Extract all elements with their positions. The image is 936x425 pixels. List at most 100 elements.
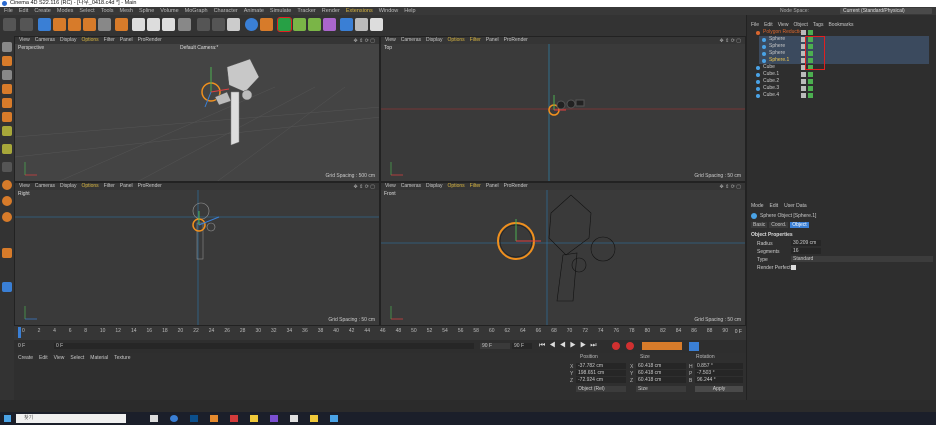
render-perfect-checkbox[interactable]: [791, 265, 796, 270]
record-icon[interactable]: [612, 342, 620, 350]
attr-menu-mode[interactable]: Mode: [751, 203, 764, 209]
menu-mograph[interactable]: MoGraph: [185, 7, 208, 15]
tab-object[interactable]: Object: [790, 222, 809, 228]
pos-x-field[interactable]: -37.782 cm: [576, 363, 626, 369]
menu-simulate[interactable]: Simulate: [270, 7, 291, 15]
y-axis-icon[interactable]: [147, 18, 160, 31]
menu-window[interactable]: Window: [379, 7, 399, 15]
redo-icon[interactable]: [20, 18, 33, 31]
viewport-perspective[interactable]: View Cameras Display Options Filter Pane…: [14, 36, 380, 182]
workplane-icon[interactable]: [2, 180, 12, 190]
node-space-dropdown[interactable]: Current (Standard/Physical): [840, 8, 932, 14]
end-frame-field[interactable]: 90 F: [480, 343, 510, 349]
object-row[interactable]: Cube.4: [753, 92, 923, 99]
windows-start-icon[interactable]: [4, 415, 11, 422]
floor-icon[interactable]: [340, 18, 353, 31]
edge-icon[interactable]: [170, 415, 178, 422]
attr-menu-user-data[interactable]: User Data: [784, 203, 807, 209]
menu-mesh[interactable]: Mesh: [120, 7, 133, 15]
mat-menu-create[interactable]: Create: [18, 355, 33, 361]
menu-tools[interactable]: Tools: [101, 7, 114, 15]
coordinate-system-icon[interactable]: [115, 18, 128, 31]
om-menu-view[interactable]: View: [778, 22, 789, 28]
visibility-flags-icon[interactable]: [801, 79, 813, 84]
object-row[interactable]: Sphere.1: [759, 57, 929, 64]
cinema4d-icon[interactable]: [190, 415, 198, 422]
menu-character[interactable]: Character: [214, 7, 238, 15]
live-selection-icon[interactable]: [38, 18, 51, 31]
subdivision-surface-icon[interactable]: [277, 17, 292, 32]
rot-p-field[interactable]: -7.503 °: [695, 370, 743, 376]
autokey-icon[interactable]: [626, 342, 634, 350]
recent-tools-icon[interactable]: [98, 18, 111, 31]
explorer-icon[interactable]: [310, 415, 318, 422]
mat-menu-texture[interactable]: Texture: [114, 355, 130, 361]
object-row[interactable]: Sphere: [759, 50, 929, 57]
visibility-flags-icon[interactable]: [801, 72, 813, 77]
app-icon-red[interactable]: [230, 415, 238, 422]
axis-mode-icon[interactable]: [2, 144, 12, 154]
settings-icon[interactable]: [290, 415, 298, 422]
solo-icon[interactable]: [2, 212, 12, 222]
menu-tracker[interactable]: Tracker: [297, 7, 315, 15]
tab-coord[interactable]: Coord.: [769, 222, 789, 228]
rot-b-field[interactable]: 96.244 °: [695, 377, 743, 383]
texture-mode-icon[interactable]: [2, 70, 12, 80]
folder-icon[interactable]: [210, 415, 218, 422]
cloner-icon[interactable]: [293, 18, 306, 31]
mat-menu-material[interactable]: Material: [90, 355, 108, 361]
pen-icon[interactable]: [260, 18, 273, 31]
x-axis-icon[interactable]: [132, 18, 145, 31]
menu-modes[interactable]: Modes: [57, 7, 74, 15]
menu-file[interactable]: File: [4, 7, 13, 15]
mat-menu-select[interactable]: Select: [70, 355, 84, 361]
world-coordinates-icon[interactable]: [178, 18, 191, 31]
om-menu-tags[interactable]: Tags: [813, 22, 824, 28]
object-row[interactable]: Cube.1: [753, 71, 923, 78]
viewport-front[interactable]: View Cameras Display Options Filter Pane…: [380, 182, 746, 326]
field-icon[interactable]: [323, 18, 336, 31]
menu-render[interactable]: Render: [322, 7, 340, 15]
planar-workplane-icon[interactable]: [2, 282, 12, 292]
render-view-icon[interactable]: [197, 18, 210, 31]
menu-create[interactable]: Create: [34, 7, 51, 15]
z-axis-icon[interactable]: [162, 18, 175, 31]
render-to-picture-viewer-icon[interactable]: [212, 18, 225, 31]
polygons-mode-icon[interactable]: [2, 112, 12, 122]
size-x-field[interactable]: 60.418 cm: [636, 363, 686, 369]
menu-extensions[interactable]: Extensions: [346, 7, 373, 15]
transport-controls[interactable]: ⏮◀◀▶▶⏭: [539, 342, 601, 350]
menu-spline[interactable]: Spline: [139, 7, 154, 15]
viewport-right[interactable]: View Cameras Display Options Filter Pane…: [14, 182, 380, 326]
edges-mode-icon[interactable]: [2, 98, 12, 108]
key-type-icons[interactable]: [642, 342, 682, 350]
coord-mode-dropdown[interactable]: Object (Rel): [576, 386, 626, 392]
size-z-field[interactable]: 60.418 cm: [636, 377, 686, 383]
object-row[interactable]: Sphere: [759, 43, 929, 50]
playhead[interactable]: [18, 327, 21, 338]
rot-h-field[interactable]: 0.857 °: [695, 363, 743, 369]
menu-animate[interactable]: Animate: [244, 7, 264, 15]
apply-button[interactable]: Apply: [695, 386, 743, 392]
om-menu-edit[interactable]: Edit: [764, 22, 773, 28]
object-row[interactable]: Polygon Reduction: [753, 29, 923, 36]
menu-edit[interactable]: Edit: [19, 7, 28, 15]
preview-end-field[interactable]: 90 F: [512, 343, 532, 349]
radius-field[interactable]: 30.209 cm: [791, 240, 821, 246]
locked-workplane-icon[interactable]: [2, 196, 12, 206]
object-row[interactable]: Cube.2: [753, 78, 923, 85]
om-menu-bookmarks[interactable]: Bookmarks: [828, 22, 853, 28]
object-row[interactable]: Cube.3: [753, 85, 923, 92]
om-menu-object[interactable]: Object: [793, 22, 807, 28]
object-row[interactable]: Cube: [753, 64, 923, 71]
visibility-flags-icon[interactable]: [801, 86, 813, 91]
uv-mode-icon[interactable]: [2, 126, 12, 136]
mat-menu-edit[interactable]: Edit: [39, 355, 48, 361]
type-dropdown[interactable]: Standard: [791, 256, 933, 262]
light-icon[interactable]: [370, 18, 383, 31]
pos-z-field[interactable]: -72.924 cm: [576, 377, 626, 383]
taskbar-search-box[interactable]: 찾기: [16, 414, 126, 423]
pos-y-field[interactable]: 198.651 cm: [576, 370, 626, 376]
move-icon[interactable]: [53, 18, 66, 31]
rotate-icon[interactable]: [83, 18, 96, 31]
